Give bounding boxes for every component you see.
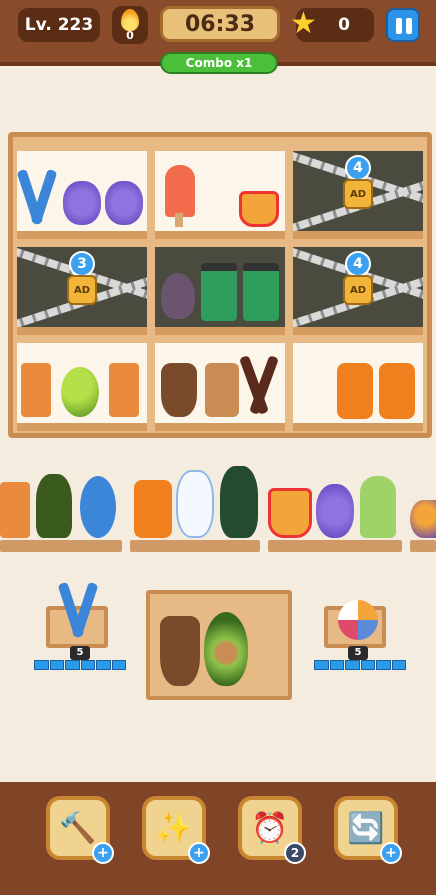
right-pile[interactable] xyxy=(324,600,386,648)
shelf-cell[interactable] xyxy=(155,151,285,239)
tool-bar: 🔨 + ✨ + ⏰ 2 🔄 + xyxy=(0,782,436,895)
coffee-cup-item[interactable] xyxy=(205,363,239,417)
plant-item[interactable] xyxy=(61,367,99,417)
cup-item[interactable] xyxy=(243,263,279,321)
beach-ball-item[interactable] xyxy=(410,500,436,538)
ad-lock[interactable]: AD xyxy=(343,179,373,209)
shelf-cell[interactable] xyxy=(17,343,147,431)
shelf-cell[interactable] xyxy=(155,343,285,431)
fire-count: 0 xyxy=(126,29,134,42)
blender-item[interactable] xyxy=(0,482,30,538)
locked-cell[interactable]: 3 AD xyxy=(17,247,147,335)
cup-item[interactable] xyxy=(201,263,237,321)
star-counter: ★ 0 xyxy=(290,6,374,42)
plant-item[interactable] xyxy=(36,474,72,538)
shelf-cell[interactable] xyxy=(17,151,147,239)
pause-button[interactable] xyxy=(386,8,420,42)
bunny-item[interactable] xyxy=(220,466,258,538)
soda-can-item[interactable] xyxy=(134,480,172,538)
beach-ball-item[interactable] xyxy=(338,600,378,640)
shelf-cell[interactable] xyxy=(155,247,285,335)
star-icon: ★ xyxy=(290,6,317,41)
popsicle-item[interactable] xyxy=(165,165,195,217)
soda-can-item[interactable] xyxy=(337,363,373,419)
locked-cell[interactable]: 4 AD xyxy=(293,151,423,239)
coffee-cup-item[interactable] xyxy=(161,363,197,417)
add-shuffle-button[interactable]: + xyxy=(380,842,402,864)
grapes-item[interactable] xyxy=(105,181,143,225)
snowman-item[interactable] xyxy=(176,470,214,538)
coffee-cup-item[interactable] xyxy=(160,616,200,686)
blender-item[interactable] xyxy=(109,363,139,417)
ninja-item[interactable] xyxy=(161,273,195,319)
blender-item[interactable] xyxy=(21,363,51,417)
clock-count-badge: 2 xyxy=(284,842,306,864)
lock-count: 4 xyxy=(345,251,371,277)
wand-tool-button[interactable]: ✨ + xyxy=(142,796,210,864)
toothbrush-item[interactable] xyxy=(80,476,116,538)
center-bin xyxy=(146,590,292,700)
avocado-item[interactable] xyxy=(204,612,248,686)
add-wand-button[interactable]: + xyxy=(188,842,210,864)
hammer-tool-button[interactable]: 🔨 + xyxy=(46,796,114,864)
star-count: 0 xyxy=(338,15,350,35)
timer: 06:33 xyxy=(160,6,280,42)
popsicle-item[interactable] xyxy=(360,476,396,538)
fried-chicken-item[interactable] xyxy=(239,191,279,227)
left-pile-count: 5 xyxy=(70,646,90,660)
item-shelf xyxy=(410,540,436,552)
level-label: Lv. 223 xyxy=(18,8,100,42)
clock-tool-button[interactable]: ⏰ 2 xyxy=(238,796,306,864)
flame-icon xyxy=(121,9,139,31)
ad-lock[interactable]: AD xyxy=(67,275,97,305)
lock-count: 3 xyxy=(69,251,95,277)
grapes-item[interactable] xyxy=(316,484,354,538)
ad-lock[interactable]: AD xyxy=(343,275,373,305)
shuffle-tool-button[interactable]: 🔄 + xyxy=(334,796,402,864)
left-pile[interactable] xyxy=(46,581,108,648)
add-hammer-button[interactable]: + xyxy=(92,842,114,864)
fire-counter: 0 xyxy=(112,6,148,44)
right-pile-count: 5 xyxy=(348,646,368,660)
shelf-cell[interactable] xyxy=(293,343,423,431)
shelf-cabinet: 4 AD 3 AD 4 AD xyxy=(8,132,432,438)
grapes-item[interactable] xyxy=(63,181,101,225)
combo-indicator: Combo x1 xyxy=(160,52,278,74)
lock-count: 4 xyxy=(345,155,371,181)
item-shelf xyxy=(130,540,260,552)
left-pile-stack xyxy=(34,660,126,670)
soda-can-item[interactable] xyxy=(379,363,415,419)
item-shelf xyxy=(268,540,402,552)
item-shelf xyxy=(0,540,122,552)
right-pile-stack xyxy=(314,660,406,670)
locked-cell[interactable]: 4 AD xyxy=(293,247,423,335)
fried-chicken-item[interactable] xyxy=(268,488,312,538)
